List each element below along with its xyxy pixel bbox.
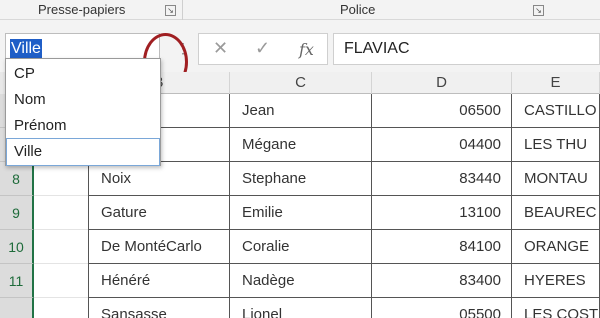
formula-buttons: ✕ ✓ fx [198,33,328,65]
column-header-d[interactable]: D [372,72,512,94]
cell-prenom[interactable]: Mégane [230,128,372,162]
group-label-police: Police [340,2,376,17]
row-header[interactable] [0,298,34,318]
cell-ville[interactable]: HYERES [512,264,600,298]
ribbon-group-labels: Presse-papiers ↘ Police ↘ [0,0,600,20]
cell-cp[interactable]: 06500 [372,94,512,128]
cell-ville[interactable]: LES COST [512,298,600,318]
dropdown-item-ville[interactable]: Ville [6,138,160,166]
cell-a[interactable] [34,230,88,264]
cancel-icon[interactable]: ✕ [213,38,228,59]
cell-a[interactable] [34,298,88,318]
row-header[interactable]: 8 [0,162,34,196]
dropdown-item-nom[interactable]: Nom [7,87,159,113]
cell-ville[interactable]: BEAUREC [512,196,600,230]
name-box-dropdown: CP Nom Prénom Ville [5,58,161,166]
table-row: 8 Noix Stephane 83440 MONTAU [0,162,600,196]
insert-function-icon[interactable]: fx [299,40,314,59]
cell-ville[interactable]: LES THU [512,128,600,162]
cell-nom[interactable]: Gature [88,196,230,230]
cell-prenom[interactable]: Coralie [230,230,372,264]
cell-ville[interactable]: MONTAU [512,162,600,196]
dialog-launcher-icon[interactable]: ↘ [533,5,544,16]
row-header[interactable]: 10 [0,230,34,264]
cell-cp[interactable]: 84100 [372,230,512,264]
column-header-e[interactable]: E [512,72,600,94]
cell-nom[interactable]: De MontéCarlo [88,230,230,264]
cell-a[interactable] [34,162,88,196]
cell-cp[interactable]: 83440 [372,162,512,196]
formula-input[interactable]: FLAVIAC [333,33,600,65]
cell-prenom[interactable]: Lionel [230,298,372,318]
cell-cp[interactable]: 13100 [372,196,512,230]
dropdown-item-prenom[interactable]: Prénom [7,113,159,139]
group-label-presse-papiers: Presse-papiers [38,2,126,17]
dialog-launcher-icon[interactable]: ↘ [165,5,176,16]
cell-ville[interactable]: ORANGE [512,230,600,264]
cell-cp[interactable]: 04400 [372,128,512,162]
table-row: 11 Hénéré Nadège 83400 HYERES [0,264,600,298]
cell-prenom[interactable]: Jean [230,94,372,128]
cell-ville[interactable]: CASTILLO [512,94,600,128]
cell-nom[interactable]: Sansasse [88,298,230,318]
cell-prenom[interactable]: Stephane [230,162,372,196]
cell-cp[interactable]: 83400 [372,264,512,298]
table-row: 9 Gature Emilie 13100 BEAUREC [0,196,600,230]
row-header[interactable]: 11 [0,264,34,298]
cell-nom[interactable]: Noix [88,162,230,196]
group-divider [182,0,183,20]
dropdown-item-cp[interactable]: CP [7,61,159,87]
cell-prenom[interactable]: Emilie [230,196,372,230]
table-row: 10 De MontéCarlo Coralie 84100 ORANGE [0,230,600,264]
cell-a[interactable] [34,196,88,230]
name-box-value: Ville [10,39,42,58]
column-header-c[interactable]: C [230,72,372,94]
cell-a[interactable] [34,264,88,298]
cell-prenom[interactable]: Nadège [230,264,372,298]
cell-nom[interactable]: Hénéré [88,264,230,298]
row-header[interactable]: 9 [0,196,34,230]
formula-value: FLAVIAC [344,40,410,57]
enter-icon[interactable]: ✓ [255,38,270,59]
table-row: Sansasse Lionel 05500 LES COST [0,298,600,318]
cell-cp[interactable]: 05500 [372,298,512,318]
